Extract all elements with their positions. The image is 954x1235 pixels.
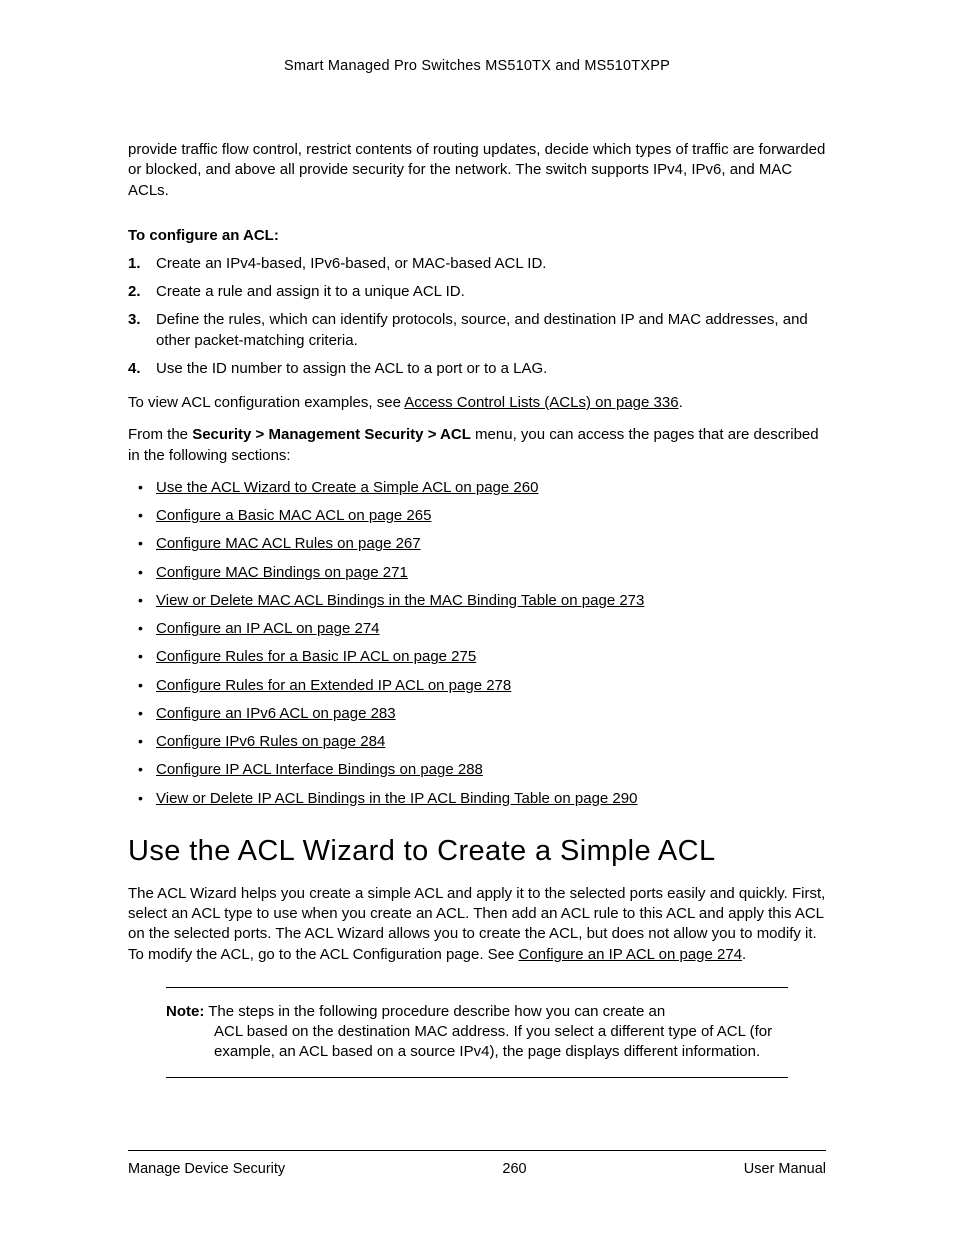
step-number: 4.	[128, 359, 141, 379]
section-body: The ACL Wizard helps you create a simple…	[128, 884, 826, 965]
note-text: The steps in the following procedure des…	[208, 1003, 665, 1020]
text-run: To view ACL configuration examples, see	[128, 394, 404, 411]
step-text: Create a rule and assign it to a unique …	[156, 283, 465, 300]
page: Smart Managed Pro Switches MS510TX and M…	[0, 0, 954, 1235]
text-run: From the	[128, 426, 192, 443]
list-item: Configure an IP ACL on page 274	[128, 619, 826, 639]
link-section[interactable]: Configure a Basic MAC ACL on page 265	[156, 507, 431, 524]
section-links-list: Use the ACL Wizard to Create a Simple AC…	[128, 478, 826, 809]
link-section[interactable]: Configure an IPv6 ACL on page 283	[156, 705, 396, 722]
list-item: View or Delete MAC ACL Bindings in the M…	[128, 591, 826, 611]
step-number: 1.	[128, 254, 141, 274]
link-section[interactable]: Use the ACL Wizard to Create a Simple AC…	[156, 479, 538, 496]
footer-left: Manage Device Security	[128, 1161, 285, 1177]
intro-paragraph: provide traffic flow control, restrict c…	[128, 140, 826, 201]
note-content: Note: The steps in the following procedu…	[166, 988, 788, 1077]
text-run: .	[679, 394, 683, 411]
link-section[interactable]: Configure MAC Bindings on page 271	[156, 564, 408, 581]
step-item: 1. Create an IPv4-based, IPv6-based, or M…	[128, 254, 826, 274]
list-item: Configure IPv6 Rules on page 284	[128, 732, 826, 752]
header-title: Smart Managed Pro Switches MS510TX and M…	[284, 58, 670, 74]
step-number: 2.	[128, 282, 141, 302]
page-footer: Manage Device Security 260 User Manual	[128, 1150, 826, 1177]
divider	[128, 1150, 826, 1151]
list-item: Use the ACL Wizard to Create a Simple AC…	[128, 478, 826, 498]
view-examples-paragraph: To view ACL configuration examples, see …	[128, 393, 826, 413]
list-item: View or Delete IP ACL Bindings in the IP…	[128, 789, 826, 809]
list-item: Configure MAC Bindings on page 271	[128, 563, 826, 583]
link-section[interactable]: Configure Rules for a Basic IP ACL on pa…	[156, 648, 476, 665]
list-item: Configure an IPv6 ACL on page 283	[128, 704, 826, 724]
section-title: Use the ACL Wizard to Create a Simple AC…	[128, 835, 826, 868]
step-text: Define the rules, which can identify pro…	[156, 311, 808, 348]
link-section[interactable]: Configure an IP ACL on page 274	[156, 620, 380, 637]
step-item: 4. Use the ID number to assign the ACL to…	[128, 359, 826, 379]
list-item: Configure MAC ACL Rules on page 267	[128, 534, 826, 554]
note-label: Note:	[166, 1003, 204, 1020]
page-header: Smart Managed Pro Switches MS510TX and M…	[128, 58, 826, 74]
steps-list: 1. Create an IPv4-based, IPv6-based, or M…	[128, 254, 826, 379]
list-item: Configure a Basic MAC ACL on page 265	[128, 506, 826, 526]
note-block: Note: The steps in the following procedu…	[166, 987, 788, 1078]
step-text: Create an IPv4-based, IPv6-based, or MAC…	[156, 255, 546, 272]
step-item: 3. Define the rules, which can identify p…	[128, 310, 826, 351]
link-acl-examples[interactable]: Access Control Lists (ACLs) on page 336	[404, 394, 678, 411]
link-section[interactable]: Configure IP ACL Interface Bindings on p…	[156, 761, 483, 778]
list-item: Configure IP ACL Interface Bindings on p…	[128, 760, 826, 780]
step-text: Use the ID number to assign the ACL to a…	[156, 360, 547, 377]
link-section[interactable]: Configure MAC ACL Rules on page 267	[156, 535, 421, 552]
link-section[interactable]: View or Delete MAC ACL Bindings in the M…	[156, 592, 644, 609]
step-number: 3.	[128, 310, 141, 330]
from-menu-paragraph: From the Security > Management Security …	[128, 425, 826, 466]
menu-path: Security > Management Security > ACL	[192, 426, 471, 443]
note-text: ACL based on the destination MAC address…	[166, 1022, 788, 1063]
step-item: 2. Create a rule and assign it to a uniqu…	[128, 282, 826, 302]
link-section[interactable]: Configure IPv6 Rules on page 284	[156, 733, 385, 750]
list-item: Configure Rules for a Basic IP ACL on pa…	[128, 647, 826, 667]
text-run: .	[742, 946, 746, 963]
footer-page-number: 260	[502, 1161, 526, 1177]
list-item: Configure Rules for an Extended IP ACL o…	[128, 676, 826, 696]
link-section[interactable]: View or Delete IP ACL Bindings in the IP…	[156, 790, 637, 807]
link-configure-ip-acl[interactable]: Configure an IP ACL on page 274	[519, 946, 743, 963]
configure-heading: To configure an ACL:	[128, 227, 826, 244]
footer-right: User Manual	[744, 1161, 826, 1177]
link-section[interactable]: Configure Rules for an Extended IP ACL o…	[156, 677, 511, 694]
divider	[166, 1077, 788, 1078]
